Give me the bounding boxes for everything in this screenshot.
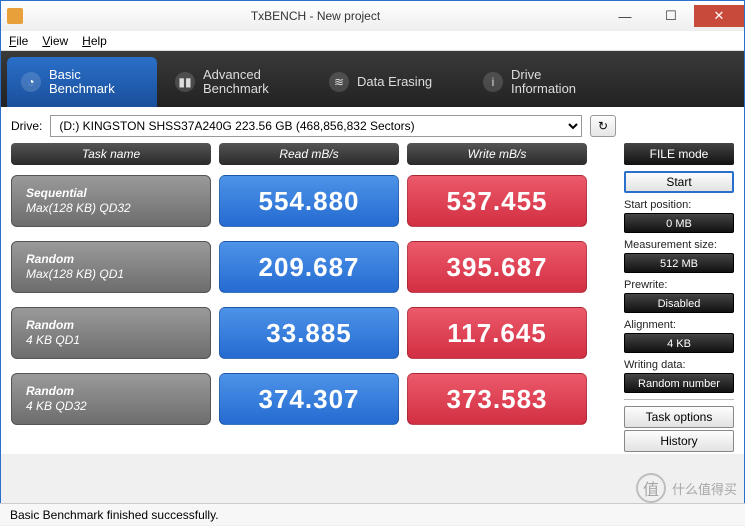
side-panel: FILE mode Start Start position: 0 MB Mea…	[624, 143, 734, 452]
close-button[interactable]: ✕	[694, 5, 744, 27]
result-row: Random Max(128 KB) QD1 209.687 395.687	[11, 241, 614, 293]
write-value: 395.687	[407, 241, 587, 293]
measurement-size-label: Measurement size:	[624, 239, 734, 251]
watermark-icon: 值	[636, 473, 666, 503]
menu-view[interactable]: View	[42, 34, 68, 48]
divider	[624, 399, 734, 400]
file-mode-button[interactable]: FILE mode	[624, 143, 734, 165]
refresh-button[interactable]: ↻	[590, 115, 616, 137]
task-options-button[interactable]: Task options	[624, 406, 734, 428]
results-panel: Task name Read mB/s Write mB/s Sequentia…	[11, 143, 614, 452]
read-value: 33.885	[219, 307, 399, 359]
tab-label: Basic Benchmark	[49, 68, 115, 97]
status-bar: Basic Benchmark finished successfully.	[0, 503, 745, 525]
task-name: Random 4 KB QD1	[11, 307, 211, 359]
tab-advanced-benchmark[interactable]: ▮▮ Advanced Benchmark	[161, 57, 311, 107]
watermark-text: 什么值得买	[672, 479, 737, 498]
window-title: TxBENCH - New project	[29, 9, 602, 23]
alignment-value[interactable]: 4 KB	[624, 333, 734, 353]
bars-icon: ▮▮	[175, 72, 195, 92]
read-value: 209.687	[219, 241, 399, 293]
maximize-button[interactable]: ☐	[648, 5, 694, 27]
task-name: Random 4 KB QD32	[11, 373, 211, 425]
measurement-size-value[interactable]: 512 MB	[624, 253, 734, 273]
gauge-icon: ◔	[21, 72, 41, 92]
col-task: Task name	[11, 143, 211, 165]
task-name: Sequential Max(128 KB) QD32	[11, 175, 211, 227]
task-name: Random Max(128 KB) QD1	[11, 241, 211, 293]
history-button[interactable]: History	[624, 430, 734, 452]
alignment-label: Alignment:	[624, 319, 734, 331]
drive-label: Drive:	[11, 119, 42, 133]
col-write: Write mB/s	[407, 143, 587, 165]
tab-basic-benchmark[interactable]: ◔ Basic Benchmark	[7, 57, 157, 107]
write-value: 117.645	[407, 307, 587, 359]
result-row: Sequential Max(128 KB) QD32 554.880 537.…	[11, 175, 614, 227]
tab-label: Data Erasing	[357, 75, 432, 89]
menubar: File View Help	[1, 31, 744, 51]
prewrite-label: Prewrite:	[624, 279, 734, 291]
start-button[interactable]: Start	[624, 171, 734, 193]
watermark: 值 什么值得买	[636, 473, 737, 503]
result-row: Random 4 KB QD32 374.307 373.583	[11, 373, 614, 425]
start-position-label: Start position:	[624, 199, 734, 211]
read-value: 554.880	[219, 175, 399, 227]
menu-help[interactable]: Help	[82, 34, 107, 48]
write-value: 537.455	[407, 175, 587, 227]
result-row: Random 4 KB QD1 33.885 117.645	[11, 307, 614, 359]
tab-label: Drive Information	[511, 68, 576, 97]
tab-drive-information[interactable]: i Drive Information	[469, 57, 619, 107]
titlebar: TxBENCH - New project — ☐ ✕	[1, 1, 744, 31]
info-icon: i	[483, 72, 503, 92]
tab-label: Advanced Benchmark	[203, 68, 269, 97]
tabs: ◔ Basic Benchmark ▮▮ Advanced Benchmark …	[1, 51, 744, 107]
prewrite-value[interactable]: Disabled	[624, 293, 734, 313]
writing-data-label: Writing data:	[624, 359, 734, 371]
tab-data-erasing[interactable]: ≋ Data Erasing	[315, 57, 465, 107]
write-value: 373.583	[407, 373, 587, 425]
minimize-button[interactable]: —	[602, 5, 648, 27]
start-position-value[interactable]: 0 MB	[624, 213, 734, 233]
col-read: Read mB/s	[219, 143, 399, 165]
app-icon	[7, 8, 23, 24]
writing-data-value[interactable]: Random number	[624, 373, 734, 393]
erase-icon: ≋	[329, 72, 349, 92]
drive-select[interactable]: (D:) KINGSTON SHSS37A240G 223.56 GB (468…	[50, 115, 582, 137]
read-value: 374.307	[219, 373, 399, 425]
menu-file[interactable]: File	[9, 34, 28, 48]
refresh-icon: ↻	[598, 119, 608, 133]
